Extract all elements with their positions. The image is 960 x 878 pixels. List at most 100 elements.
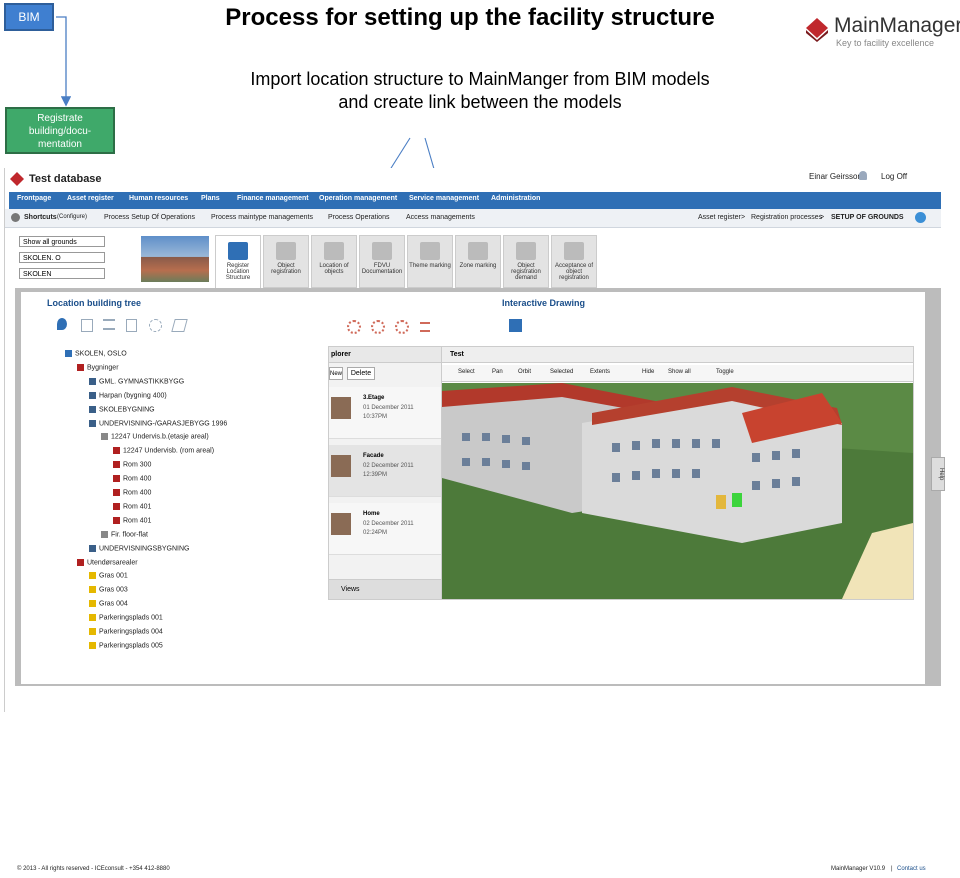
viewer-tool-toggle[interactable]: Toggle xyxy=(716,369,734,375)
tree-item[interactable]: Rom 400 xyxy=(113,489,151,496)
building-icon xyxy=(89,544,96,552)
breadcrumb-registration-processes[interactable]: Registration processes xyxy=(751,214,822,221)
tree-item[interactable]: Parkeringsplads 004 xyxy=(89,628,163,635)
zone-icon[interactable] xyxy=(171,319,188,332)
new-view-button[interactable]: New xyxy=(329,367,343,380)
tab-fdvu-documentation[interactable]: FDVU Documentation xyxy=(359,235,405,288)
building-icon[interactable] xyxy=(81,319,93,332)
app-header: Test database Einar Geirsson Log Off xyxy=(5,168,941,192)
nav-finance-management[interactable]: Finance management xyxy=(237,195,309,202)
view-time: 12:39PM xyxy=(363,472,388,478)
gear-icon[interactable] xyxy=(371,320,385,334)
room-icon xyxy=(113,502,120,510)
viewer-tool-orbit[interactable]: Orbit xyxy=(518,369,531,375)
viewer-tool-pan[interactable]: Pan xyxy=(492,369,503,375)
tree-item[interactable]: UNDERVISNINGSBYGNING xyxy=(89,544,190,552)
saved-view-item[interactable]: Home 02 December 2011 02:24PM xyxy=(329,503,441,555)
folder-icon xyxy=(77,558,84,566)
tree-item[interactable]: Gras 004 xyxy=(89,600,128,608)
nav-service-management[interactable]: Service management xyxy=(409,195,479,202)
tab-register-location-structure[interactable]: Register Location Structure xyxy=(215,235,261,288)
tree-item[interactable]: Gras 001 xyxy=(89,572,128,580)
gear-icon[interactable] xyxy=(395,320,409,334)
list-icon[interactable] xyxy=(420,322,430,332)
tree-item-label: UNDERVISNINGSBYGNING xyxy=(99,544,190,552)
tree-item[interactable]: Utendørsarealer xyxy=(77,558,138,566)
tree-item[interactable]: Harpan (bygning 400) xyxy=(89,391,167,399)
tree-item[interactable]: Rom 401 xyxy=(113,516,151,524)
site-select[interactable]: SKOLEN. O xyxy=(19,252,105,263)
help-tab[interactable]: Help xyxy=(931,457,945,491)
tab-location-of-objects[interactable]: Location of objects xyxy=(311,235,357,288)
views-tab[interactable]: Views xyxy=(329,579,441,599)
viewer-tool-selected[interactable]: Selected xyxy=(550,369,573,375)
breadcrumb-asset-register[interactable]: Asset register xyxy=(698,214,741,221)
tab-label-3: demand xyxy=(515,275,537,281)
sun-icon[interactable] xyxy=(149,319,162,332)
nav-plans[interactable]: Plans xyxy=(201,195,220,202)
tree-item[interactable]: 12247 Undervisb. (rom areal) xyxy=(113,447,215,455)
tree-item[interactable]: Fir. floor-flat xyxy=(101,530,148,538)
building-select[interactable]: SKOLEN xyxy=(19,268,105,279)
contact-us-link[interactable]: Contact us xyxy=(897,866,926,872)
room-icon[interactable] xyxy=(126,319,137,332)
tree-item-label: Gras 004 xyxy=(99,600,128,608)
home-view-icon[interactable] xyxy=(509,319,522,332)
tree-item[interactable]: GML. GYMNASTIKKBYGG xyxy=(89,377,184,385)
tree-item[interactable]: SKOLEN, OSLO xyxy=(65,350,127,357)
nav-human-resources[interactable]: Human resources xyxy=(129,195,188,202)
viewer-tool-show-all[interactable]: Show all xyxy=(668,369,691,375)
grounds-select-value: Show all grounds xyxy=(23,239,77,246)
room-icon xyxy=(113,516,120,524)
tree-item[interactable]: Rom 401 xyxy=(113,502,151,510)
gear-icon[interactable] xyxy=(11,213,20,222)
viewer-tool-extents[interactable]: Extents xyxy=(590,369,610,375)
tree-item[interactable]: Rom 300 xyxy=(113,461,151,469)
site-select-value: SKOLEN. O xyxy=(23,255,61,262)
room-icon xyxy=(113,461,120,469)
room-icon xyxy=(113,475,120,483)
tree-item[interactable]: SKOLEBYGNING xyxy=(89,405,155,413)
tree-item[interactable]: Gras 003 xyxy=(89,586,128,594)
tree-item[interactable]: UNDERVISNING-/GARASJEBYGG 1996 xyxy=(89,419,227,427)
tab-zone-marking[interactable]: Zone marking xyxy=(455,235,501,288)
saved-view-item[interactable]: 3.Etage 01 December 2011 10:37PM xyxy=(329,387,441,439)
gear-icon[interactable] xyxy=(347,320,361,334)
globe-icon[interactable] xyxy=(915,212,926,223)
tree-item-label: 12247 Undervisb. (rom areal) xyxy=(123,447,215,455)
nav-frontpage[interactable]: Frontpage xyxy=(17,195,51,202)
shortcut-maintype-managements[interactable]: Process maintype managements xyxy=(211,214,313,221)
bim-3d-model[interactable] xyxy=(442,383,913,599)
tab-object-registration-demand[interactable]: Object registration demand xyxy=(503,235,549,288)
views-label: Views xyxy=(341,586,360,593)
tree-item[interactable]: Rom 400 xyxy=(113,475,151,482)
tree-item[interactable]: 12247 Undervis.b.(etasje areal) xyxy=(101,433,209,441)
viewer-tool-hide[interactable]: Hide xyxy=(642,369,654,375)
shortcuts-configure-link[interactable]: (Configure) xyxy=(57,214,87,220)
view-date: 01 December 2011 xyxy=(363,405,414,411)
tree-item[interactable]: Parkeringsplads 005 xyxy=(89,641,163,649)
shortcut-setup-operations[interactable]: Process Setup Of Operations xyxy=(104,214,195,221)
saved-view-item[interactable]: Facade 02 December 2011 12:39PM xyxy=(329,445,441,497)
tab-label-3: Structure xyxy=(225,275,251,281)
tree-item[interactable]: Bygninger xyxy=(77,363,119,371)
tab-object-registration[interactable]: Object registration xyxy=(263,235,309,288)
logoff-link[interactable]: Log Off xyxy=(881,172,907,181)
tree-item-label: SKOLEN, OSLO xyxy=(75,350,127,358)
nav-asset-register[interactable]: Asset register xyxy=(67,195,114,202)
explorer-title: plorer xyxy=(329,347,441,363)
shortcut-access-managements[interactable]: Access managements xyxy=(406,214,475,221)
floors-icon[interactable] xyxy=(103,319,115,330)
tree-item[interactable]: Parkeringsplads 001 xyxy=(89,614,163,621)
nav-operation-management[interactable]: Operation management xyxy=(319,195,397,202)
viewer-tool-select[interactable]: Select xyxy=(458,369,475,375)
delete-view-button[interactable]: Delete xyxy=(347,367,375,380)
user-name[interactable]: Einar Geirsson xyxy=(809,172,862,181)
view-thumbnail xyxy=(331,513,351,535)
shortcut-process-operations[interactable]: Process Operations xyxy=(328,214,389,221)
tab-theme-marking[interactable]: Theme marking xyxy=(407,235,453,288)
grounds-select[interactable]: Show all grounds xyxy=(19,236,105,247)
nav-administration[interactable]: Administration xyxy=(491,195,540,202)
location-pin-icon[interactable] xyxy=(57,318,67,330)
tab-acceptance-object-registration[interactable]: Acceptance of object registration xyxy=(551,235,597,288)
